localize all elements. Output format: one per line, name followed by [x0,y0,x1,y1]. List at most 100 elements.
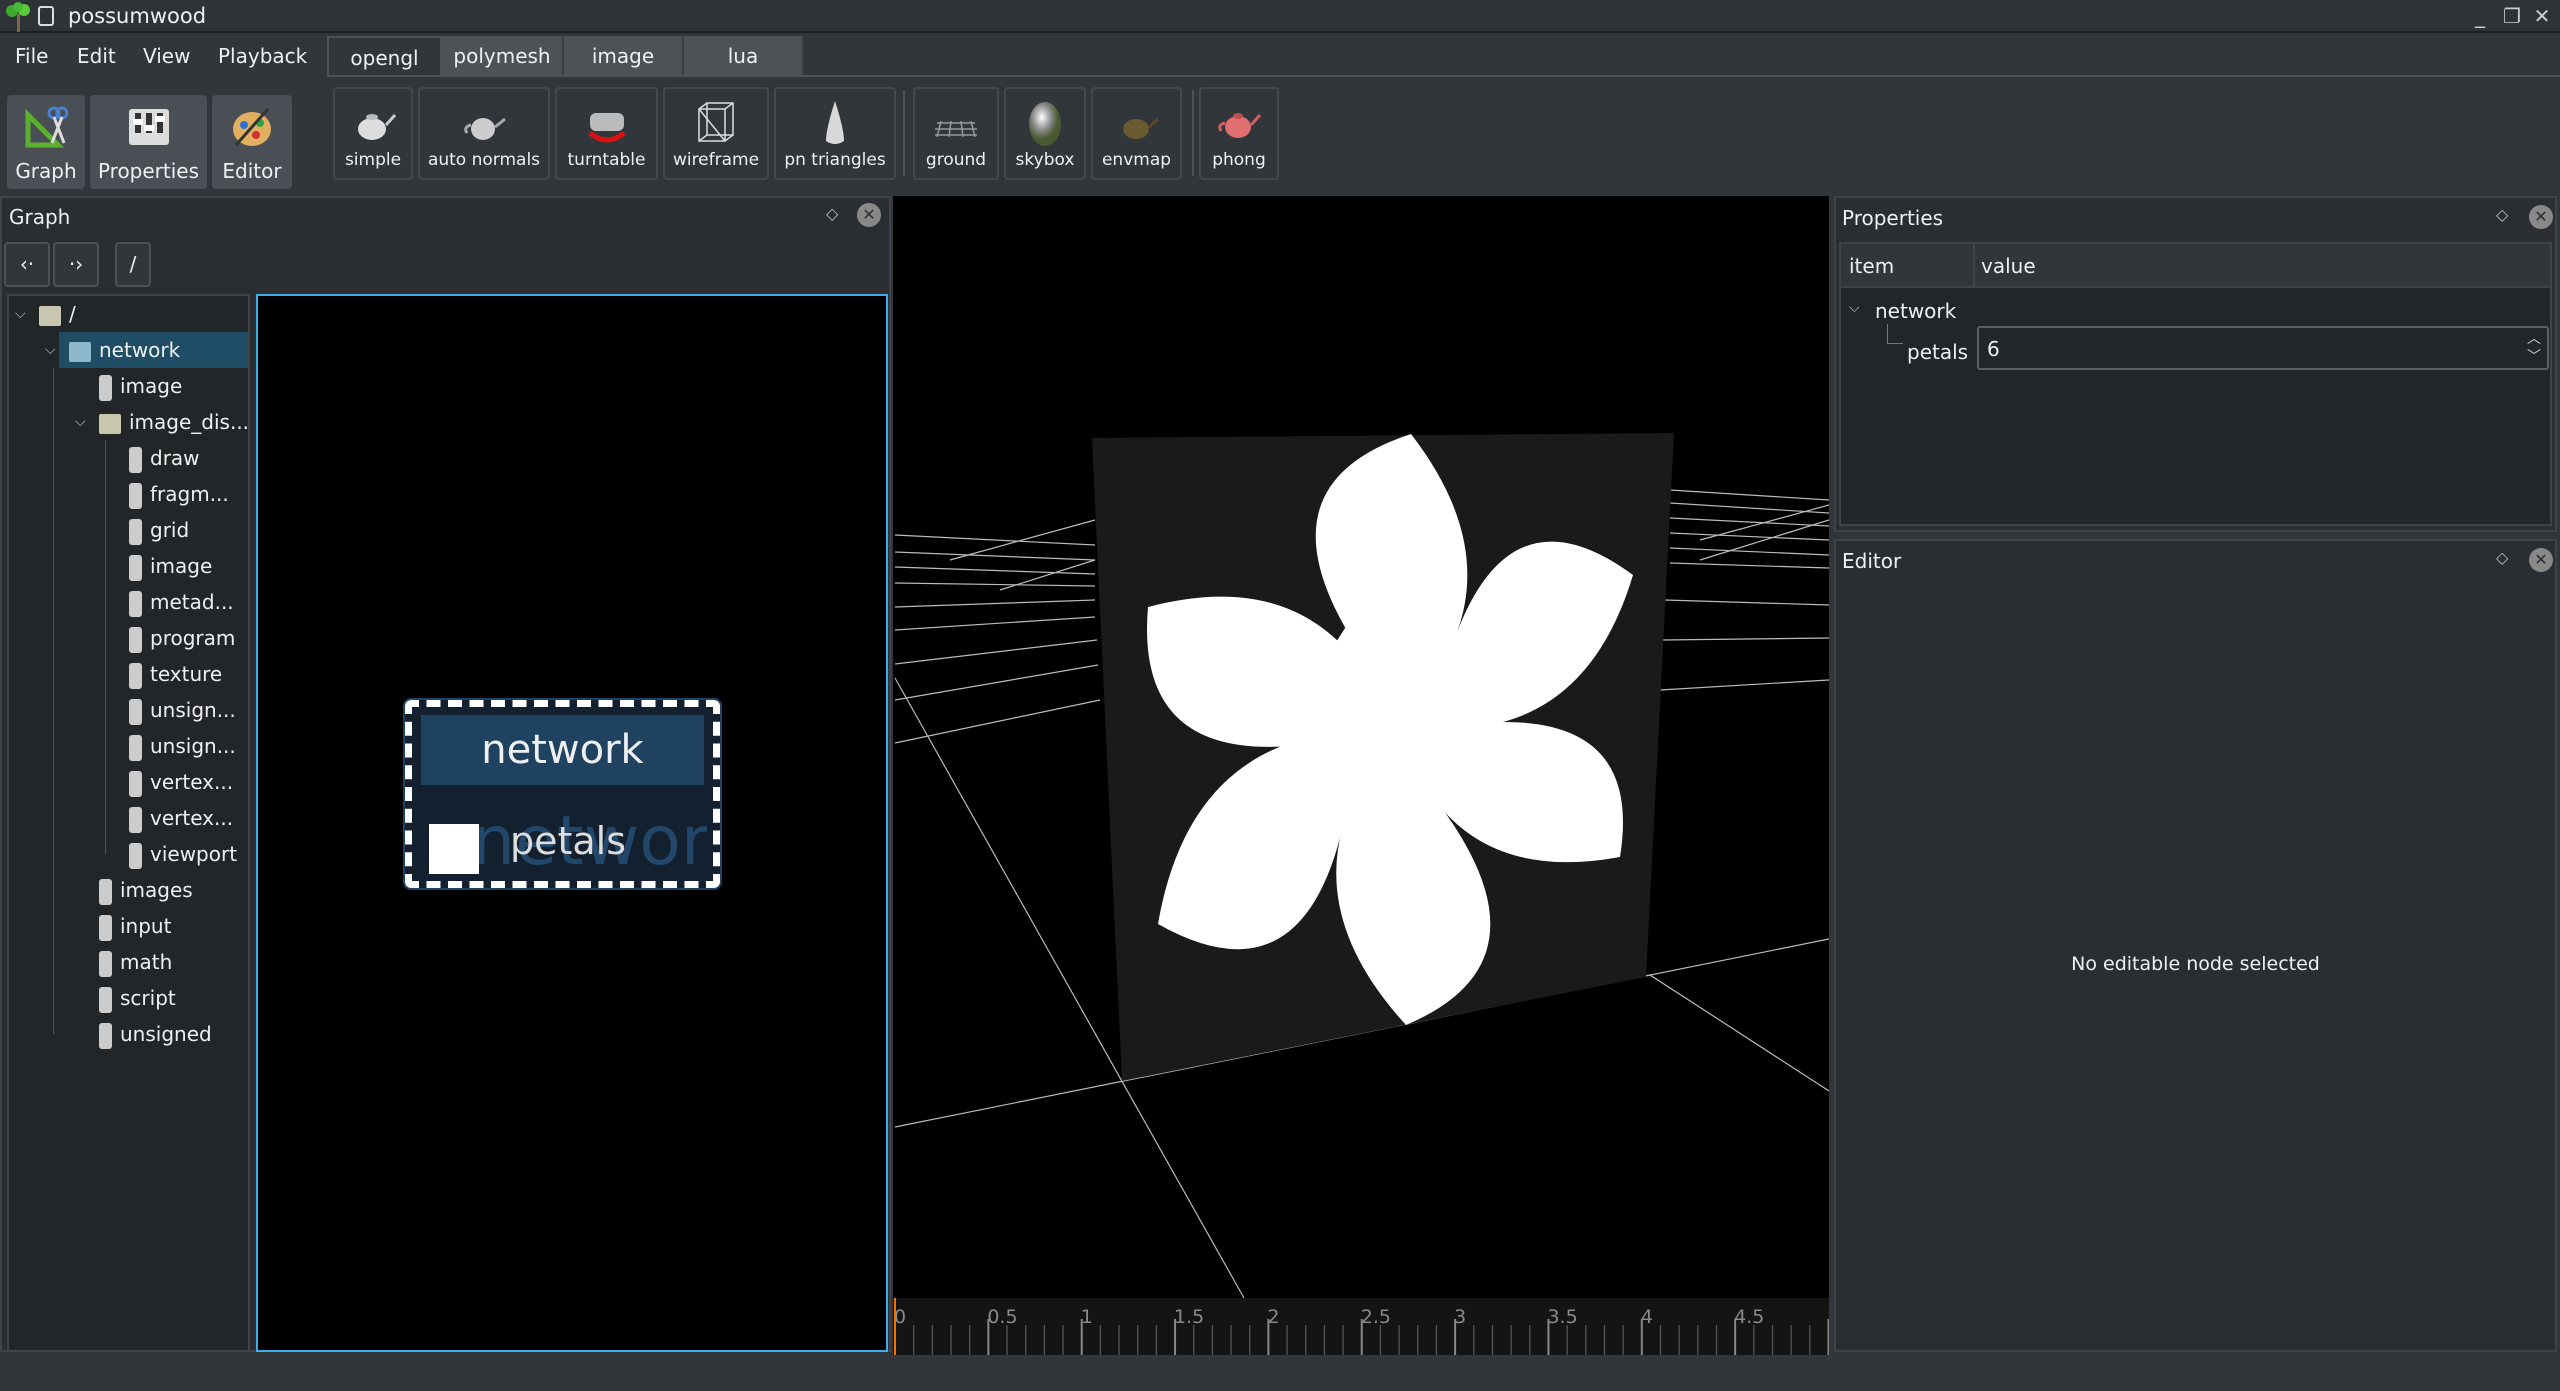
toolbar-separator [1192,90,1194,176]
close-panel-icon[interactable]: ✕ [2529,205,2553,229]
minimize-button[interactable]: _ [2468,4,2492,28]
close-panel-icon[interactable]: ✕ [857,203,881,227]
tree-item[interactable]: fragm... [129,476,248,512]
toolbar-separator [903,90,905,176]
float-panel-icon[interactable]: ◇ [826,204,838,223]
tree-item-label: unsign... [150,698,236,722]
menu-playback[interactable]: Playback [218,44,307,68]
tree-item-label: viewport [150,842,238,866]
node-icon [99,950,112,977]
tree-item[interactable]: images [99,872,248,908]
folder-icon [39,305,61,326]
node-port[interactable] [429,824,479,874]
tree-item[interactable]: unsign... [129,692,248,728]
tree-branch-line [1887,324,1903,344]
chevron-down-icon[interactable]: ⌵ [45,332,56,368]
simple-button[interactable]: simple [333,87,413,180]
wireframe-button[interactable]: wireframe [663,87,769,180]
teapot-icon [358,113,397,140]
tab-lua[interactable]: lua [684,36,804,76]
tree-item-network[interactable]: network [1875,299,1956,323]
tree-item-label: input [120,914,172,938]
tree-item[interactable]: unsign... [129,728,248,764]
tree-item[interactable]: vertex... [129,764,248,800]
tab-polymesh[interactable]: polymesh [442,36,564,76]
tree-item[interactable]: texture [129,656,248,692]
tree-item[interactable]: program [129,620,248,656]
window-title: possumwood [68,4,207,28]
turntable-label: turntable [567,150,646,170]
tree-item-label: texture [150,662,223,686]
app-tree-icon [6,2,30,32]
graph-panel-title: Graph [9,205,71,229]
tree-item[interactable]: metad... [129,584,248,620]
tree-item[interactable]: input [99,908,248,944]
graph-dock-button[interactable]: Graph [7,95,85,189]
tree-item-label: / [69,302,76,326]
turntable-button[interactable]: turntable [555,87,658,180]
tab-opengl[interactable]: opengl [327,36,442,76]
properties-panel-title: Properties [1842,206,1944,230]
tree-item-label: image [150,554,213,578]
menu-file[interactable]: File [15,44,48,68]
float-panel-icon[interactable]: ◇ [2496,205,2508,224]
grid-line [894,534,1096,546]
node-icon [129,626,142,653]
tree-item-label: script [120,986,176,1010]
properties-dock-button[interactable]: Properties [90,95,207,189]
window-menu-icon[interactable] [38,6,54,26]
grid-line [1669,489,1830,501]
tree-item[interactable]: grid [129,512,248,548]
editor-dock-button[interactable]: Editor [212,95,292,189]
chevron-down-icon[interactable]: ⌵ [15,296,26,332]
spin-arrows-icon[interactable]: ︿ ﹀ [2527,330,2541,366]
tree-item[interactable]: ⌵ network [45,332,248,368]
tree-item-label: draw [150,446,200,470]
tree-item-label: unsigned [120,1022,212,1046]
node-icon [129,770,142,797]
menu-view[interactable]: View [143,44,190,68]
auto-normals-button[interactable]: auto normals [418,87,550,180]
graph-tree[interactable]: ⌵ / ⌵ network image ⌵ image_dis... draw fragm...… [7,294,250,1352]
petals-spinbox[interactable]: 6 ︿ ﹀ [1977,326,2549,370]
skybox-button[interactable]: skybox [1004,87,1086,180]
tree-item-label: metad... [150,590,234,614]
tree-item[interactable]: math [99,944,248,980]
float-panel-icon[interactable]: ◇ [2496,548,2508,567]
tree-item[interactable]: image [99,368,248,404]
tree-item[interactable]: ⌵ / [15,296,248,332]
menu-edit[interactable]: Edit [77,44,116,68]
tree-item[interactable]: unsigned [99,1016,248,1052]
tree-item[interactable]: viewport [129,836,248,872]
tree-item[interactable]: vertex... [129,800,248,836]
envmap-button[interactable]: envmap [1091,87,1182,180]
timeline[interactable]: 0 0.5 1 1.5 2 2.5 3 3.5 4 4.5 [893,1298,1829,1355]
column-item[interactable]: item [1849,254,1894,278]
grid-line [1669,547,1830,556]
tree-item[interactable]: ⌵ image_dis... [75,404,248,440]
ground-button[interactable]: ground [913,87,999,180]
tab-image[interactable]: image [564,36,684,76]
tab-divider [327,75,2560,77]
chevron-down-icon[interactable]: ⌵ [1849,300,1860,316]
close-window-button[interactable]: ✕ [2530,4,2554,28]
path-button[interactable]: / [115,242,151,287]
network-node[interactable]: network network petals [403,698,722,890]
pn-triangles-button[interactable]: pn triangles [774,87,896,180]
grid-line [894,551,1096,561]
close-panel-icon[interactable]: ✕ [2529,548,2553,572]
column-value[interactable]: value [1981,254,2036,278]
phong-button[interactable]: phong [1199,87,1279,180]
3d-viewport[interactable] [893,196,1830,1299]
tree-item[interactable]: script [99,980,248,1016]
tree-item[interactable]: draw [129,440,248,476]
tree-item-label: image [120,374,183,398]
forward-button[interactable]: ·› [53,242,99,287]
timeline-cursor[interactable] [894,1298,896,1355]
maximize-button[interactable]: ❐ [2500,4,2524,28]
back-button[interactable]: ‹· [4,242,50,287]
tree-item[interactable]: image [129,548,248,584]
grid-line [894,599,1096,608]
chevron-down-icon[interactable]: ⌵ [75,404,86,440]
envmap-label: envmap [1101,150,1172,170]
